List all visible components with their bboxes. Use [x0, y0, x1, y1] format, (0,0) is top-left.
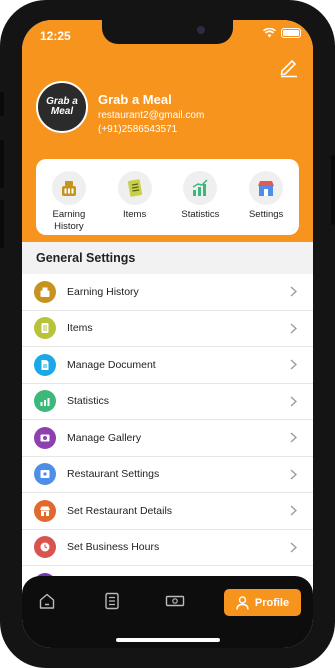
camera-icon — [197, 26, 205, 34]
status-icons — [263, 28, 301, 38]
chevron-right-icon — [290, 286, 297, 297]
status-time: 12:25 — [40, 29, 71, 43]
document-icon — [34, 353, 56, 376]
settings-item-label: Set Restaurant Details — [67, 504, 173, 517]
money-bag-icon — [61, 181, 76, 196]
earnings-icon[interactable] — [165, 592, 185, 610]
logo-line-2: Meal — [50, 106, 74, 117]
store-icon — [34, 499, 56, 522]
quick-action-circle — [117, 171, 152, 205]
quick-action-label: Earning History — [52, 209, 86, 232]
money-bag-icon — [34, 280, 56, 303]
volume-up-button — [0, 140, 4, 188]
settings-item-statistics[interactable]: Statistics — [22, 384, 313, 420]
settings-item-earning-history[interactable]: Earning History — [22, 274, 313, 311]
list-icon — [127, 179, 142, 197]
home-icon[interactable] — [38, 592, 56, 610]
settings-item-restaurant-settings[interactable]: Restaurant Settings — [22, 457, 313, 493]
quick-action-label: Items — [123, 209, 147, 220]
settings-list: Earning History Items Manage Document St… — [22, 274, 313, 603]
settings-item-label: Manage Document — [67, 358, 156, 371]
profile-tab-label: Profile — [254, 596, 290, 609]
restaurant-logo: Grab a Meal — [36, 81, 88, 133]
chevron-right-icon — [290, 432, 297, 443]
phone-frame: 12:25 Grab a Meal Grab a Meal restaurant… — [0, 0, 335, 668]
settings-item-label: Restaurant Settings — [67, 468, 160, 481]
home-indicator[interactable] — [116, 638, 220, 642]
chevron-right-icon — [290, 323, 297, 333]
gallery-icon — [34, 426, 56, 449]
settings-item-set-business-hours[interactable]: Set Business Hours — [22, 530, 313, 566]
settings-item-manage-gallery[interactable]: Manage Gallery — [22, 420, 313, 457]
quick-action-label: Statistics — [181, 209, 220, 220]
edit-profile-icon[interactable] — [278, 56, 300, 78]
wifi-icon — [263, 28, 276, 38]
quick-action-statistics[interactable]: Statistics — [170, 171, 230, 235]
quick-action-circle — [183, 171, 218, 205]
settings-item-manage-document[interactable]: Manage Document — [22, 347, 313, 384]
profile-tab-button[interactable]: Profile — [224, 589, 301, 616]
settings-item-label: Items — [67, 322, 93, 335]
restaurant-phone: (+91)2586543571 — [98, 124, 178, 135]
settings-item-set-restaurant-details[interactable]: Set Restaurant Details — [22, 493, 313, 530]
quick-actions-card: Earning History Items Statistics Setting… — [36, 159, 299, 235]
settings-item-label: Earning History — [67, 285, 139, 298]
settings-item-label: Statistics — [67, 395, 110, 408]
mute-switch — [0, 92, 4, 116]
chevron-right-icon — [290, 505, 297, 516]
section-title: General Settings — [36, 251, 136, 265]
list-icon — [34, 317, 56, 340]
chart-icon — [34, 390, 56, 413]
chevron-right-icon — [290, 396, 297, 406]
clock-icon — [34, 536, 56, 559]
store-settings-icon — [34, 463, 56, 486]
settings-item-items[interactable]: Items — [22, 311, 313, 347]
power-button — [331, 155, 335, 225]
store-icon — [258, 181, 275, 196]
chevron-right-icon — [290, 469, 297, 479]
orders-icon[interactable] — [103, 592, 121, 610]
quick-action-circle — [249, 171, 284, 205]
volume-down-button — [0, 200, 4, 248]
restaurant-email: restaurant2@gmail.com — [98, 110, 205, 121]
quick-action-earning-history[interactable]: Earning History — [39, 171, 99, 235]
chevron-right-icon — [290, 542, 297, 552]
restaurant-name: Grab a Meal — [98, 92, 172, 107]
chart-icon — [192, 179, 208, 196]
notch — [102, 20, 233, 44]
app-screen: 12:25 Grab a Meal Grab a Meal restaurant… — [22, 20, 313, 648]
quick-action-label: Settings — [248, 209, 284, 220]
battery-icon — [281, 28, 301, 38]
chevron-right-icon — [290, 359, 297, 370]
settings-item-label: Set Business Hours — [67, 541, 160, 554]
user-icon — [236, 595, 249, 610]
quick-action-circle — [51, 171, 86, 205]
settings-item-label: Manage Gallery — [67, 431, 142, 444]
quick-action-settings[interactable]: Settings — [236, 171, 296, 235]
quick-action-items[interactable]: Items — [105, 171, 165, 235]
